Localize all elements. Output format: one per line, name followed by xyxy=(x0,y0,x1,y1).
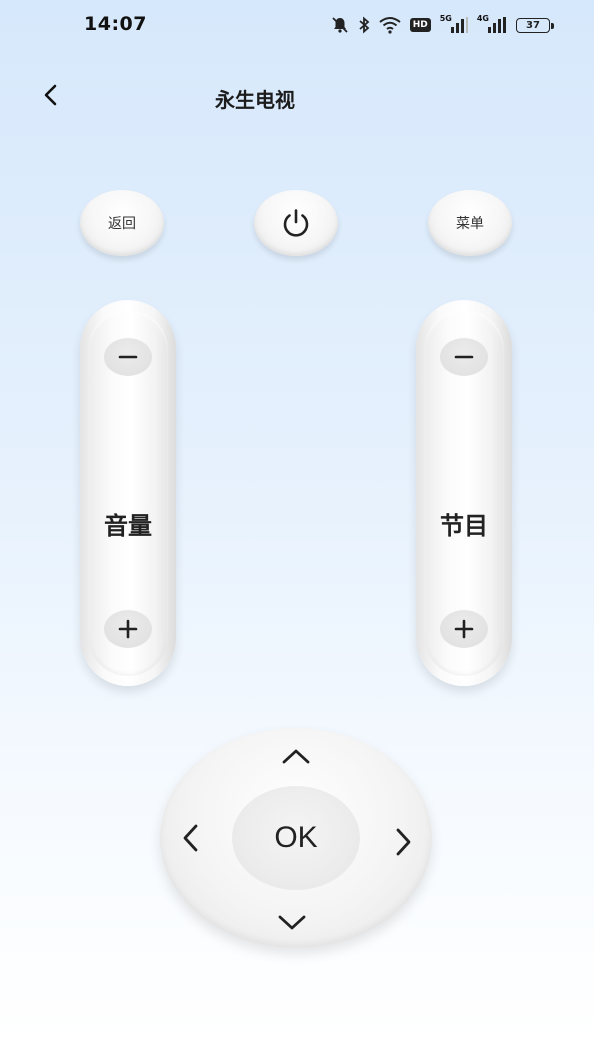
power-icon xyxy=(283,209,309,237)
volume-rocker: 音量 xyxy=(80,300,176,686)
volume-down-button[interactable] xyxy=(104,338,152,376)
dpad-right-button[interactable] xyxy=(382,822,426,862)
dpad: OK xyxy=(160,728,432,948)
return-button-label: 返回 xyxy=(108,216,136,232)
wifi-icon xyxy=(379,16,401,34)
channel-up-button[interactable] xyxy=(440,610,488,648)
channel-rocker-body: 节目 xyxy=(424,310,504,676)
signal-5g-icon: 5G xyxy=(440,15,468,33)
volume-label: 音量 xyxy=(104,512,152,540)
channel-down-button[interactable] xyxy=(440,338,488,376)
volume-rocker-body: 音量 xyxy=(88,310,168,676)
chevron-right-icon xyxy=(396,828,411,856)
dpad-down-button[interactable] xyxy=(272,904,312,942)
dpad-left-button[interactable] xyxy=(168,818,212,858)
power-button[interactable] xyxy=(254,190,338,256)
volume-up-button[interactable] xyxy=(104,610,152,648)
minus-icon xyxy=(454,355,474,359)
menu-button[interactable]: 菜单 xyxy=(428,190,512,256)
battery-indicator: 37 xyxy=(516,17,554,33)
chevron-up-icon xyxy=(282,749,310,764)
mute-bell-icon xyxy=(331,16,349,34)
return-button[interactable]: 返回 xyxy=(80,190,164,256)
ok-button[interactable]: OK xyxy=(232,786,360,890)
channel-label: 节目 xyxy=(440,512,488,540)
page-title: 永生电视 xyxy=(215,88,295,112)
chevron-left-icon xyxy=(183,824,198,852)
menu-button-label: 菜单 xyxy=(456,216,484,232)
status-bar: 14:07 HD 5G 4G 37 xyxy=(0,0,594,52)
hd-voice-badge: HD xyxy=(409,18,431,32)
plus-icon xyxy=(454,619,474,639)
bluetooth-icon xyxy=(358,16,370,34)
channel-rocker: 节目 xyxy=(416,300,512,686)
plus-icon xyxy=(118,619,138,639)
dpad-up-button[interactable] xyxy=(276,736,316,776)
status-icons: HD 5G 4G 37 xyxy=(331,14,554,36)
minus-icon xyxy=(118,355,138,359)
status-time: 14:07 xyxy=(84,13,147,35)
chevron-down-icon xyxy=(278,915,306,930)
signal-4g-icon: 4G xyxy=(477,15,507,33)
